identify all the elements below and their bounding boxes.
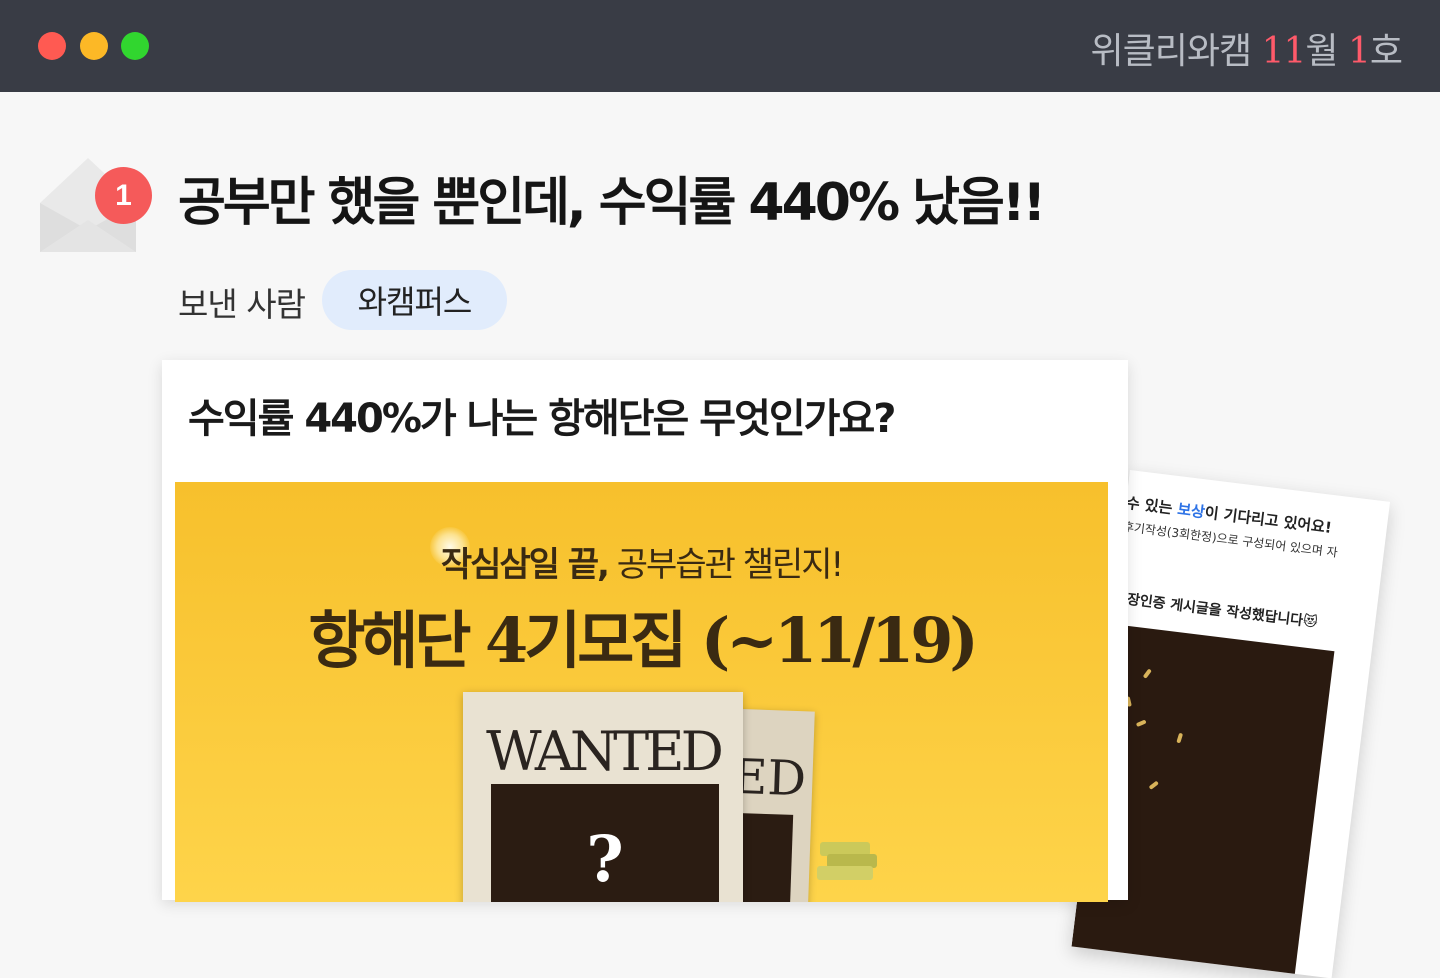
banner-title: 항해단 4기모집 (~11/19): [308, 604, 978, 677]
wanted-poster: WANTED ?: [463, 692, 743, 902]
confetti: [1148, 780, 1159, 790]
sender-label: 보낸 사람: [178, 285, 306, 324]
issue-number-suffix: 호: [1369, 31, 1403, 72]
reward-highlight: 보상: [1176, 500, 1206, 522]
banner-subtitle-rest: 공부습관 챌린지!: [607, 545, 844, 585]
issue-title-prefix: 위클리와캠: [1090, 31, 1262, 72]
card-title: 수익률 440%가 나는 항해단은 무엇인가요?: [188, 396, 896, 442]
confetti: [1142, 668, 1152, 679]
newsletter-preview-card[interactable]: 수익률 440%가 나는 항해단은 무엇인가요? 작심삼일 끝, 공부습관 챌린…: [162, 360, 1128, 902]
question-mark: ?: [586, 822, 624, 897]
close-window-button[interactable]: [38, 32, 66, 60]
promo-banner-image[interactable]: 작심삼일 끝, 공부습관 챌린지! 항해단 4기모집 (~11/19) ED W…: [175, 482, 1108, 902]
poster-picture: ?: [491, 784, 719, 902]
mail-headline: 공부만 했을 뿐인데, 수익률 440% 났음!!: [178, 173, 1046, 233]
money-stack-icon: [817, 842, 877, 880]
confetti: [1176, 732, 1184, 744]
issue-month: 11: [1261, 31, 1307, 72]
window-titlebar: 위클리와캠 11월 1호: [0, 0, 1440, 92]
sender-name-chip[interactable]: 와캠퍼스: [322, 270, 507, 330]
banner-subtitle-bold: 작심삼일 끝,: [440, 545, 610, 585]
back-card-line1-pre: 수 있는: [1124, 493, 1179, 519]
confetti: [1135, 719, 1147, 728]
banner-subtitle: 작심삼일 끝, 공부습관 챌린지!: [175, 537, 1108, 586]
maximize-window-button[interactable]: [121, 32, 149, 60]
back-card-line3: 성장인증 게시글을 작성했답니다😻: [1113, 590, 1319, 631]
issue-number: 1: [1347, 31, 1371, 72]
minimize-window-button[interactable]: [80, 32, 108, 60]
newsletter-issue-title: 위클리와캠 11월 1호: [1090, 22, 1403, 74]
unread-count-badge: 1: [95, 167, 152, 224]
issue-month-suffix: 월: [1305, 31, 1348, 72]
poster-heading: WANTED: [486, 720, 724, 783]
